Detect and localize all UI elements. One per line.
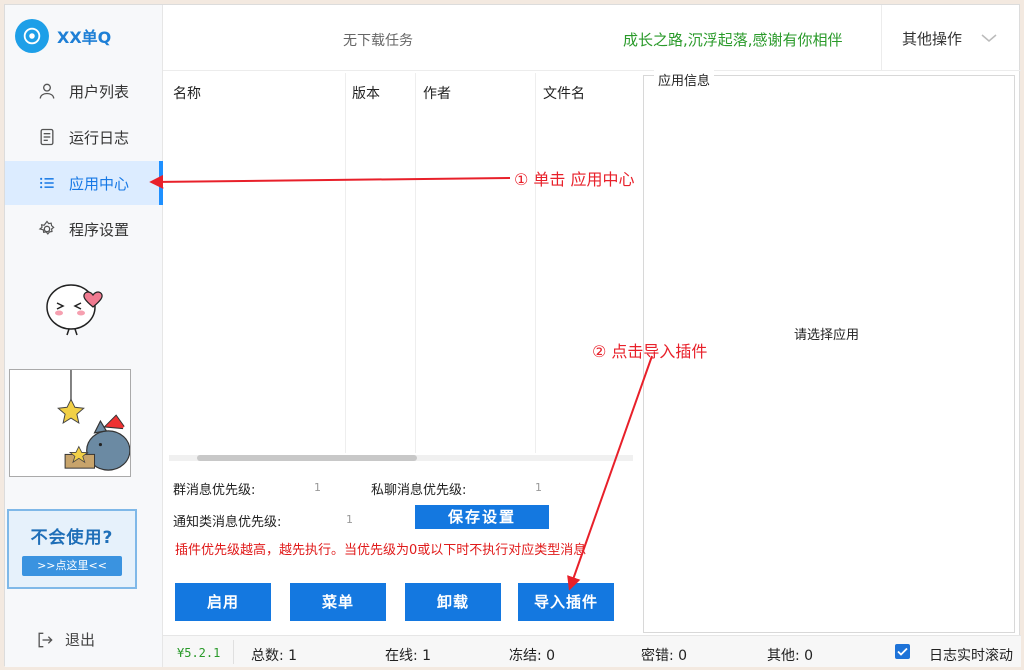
column-divider [415, 73, 416, 453]
sidebar: XX单Q 用户列表 运行日志 应用中心 程序设置 不会使用? >>点这里<< 退… [5, 5, 163, 667]
download-task-status: 无下载任务 [343, 33, 413, 49]
other-operations-label: 其他操作 [902, 29, 963, 48]
notify-priority-input[interactable]: 1 [346, 513, 353, 526]
check-icon [897, 647, 908, 656]
gear-icon [38, 220, 55, 235]
sidebar-item-app-center[interactable]: 应用中心 [5, 161, 163, 205]
group-priority-label: 群消息优先级: [173, 483, 256, 498]
table-horizontal-scrollbar[interactable] [169, 455, 633, 461]
log-scroll-label: 日志实时滚动 [929, 648, 1013, 664]
help-link[interactable]: >>点这里<< [22, 556, 122, 576]
help-title: 不会使用? [30, 528, 114, 548]
status-divider [233, 640, 234, 664]
other-count: 其他: 0 [767, 648, 814, 664]
priority-hint: 插件优先级越高，越先执行。当优先级为0或以下时不执行对应类型消息 [175, 543, 587, 558]
list-icon [40, 177, 54, 189]
column-header-name[interactable]: 名称 [173, 83, 201, 103]
annotation-step1: ① 单击 应用中心 [514, 170, 635, 189]
sidebar-item-label: 运行日志 [69, 128, 130, 147]
top-bar: 无下载任务 成长之路,沉浮起落,感谢有你相伴 其他操作 [163, 5, 1021, 71]
logout-button[interactable]: 退出 [35, 629, 95, 650]
scrollbar-thumb[interactable] [197, 455, 417, 461]
log-icon [40, 128, 54, 146]
frozen-count: 冻结: 0 [509, 648, 556, 664]
sticker-cat-star [9, 369, 131, 477]
group-priority-input[interactable]: 1 [314, 481, 321, 494]
sidebar-item-label: 用户列表 [69, 82, 130, 101]
online-count: 在线: 1 [385, 648, 432, 664]
sidebar-item-user-list[interactable]: 用户列表 [5, 69, 163, 113]
private-priority-input[interactable]: 1 [535, 481, 542, 494]
status-bar: ¥5.2.1 总数: 1 在线: 1 冻结: 0 密错: 0 其他: 0 日志实… [163, 635, 1021, 667]
sidebar-item-label: 应用中心 [69, 174, 130, 193]
uninstall-button[interactable]: 卸载 [405, 583, 501, 621]
logout-icon [38, 632, 53, 647]
annotation-step2: ② 点击导入插件 [592, 342, 708, 361]
sticker-face-heart [46, 284, 103, 336]
other-operations-dropdown[interactable]: 其他操作 [881, 5, 1021, 71]
user-icon [39, 83, 55, 99]
column-divider [345, 73, 346, 453]
version-label: ¥5.2.1 [177, 646, 221, 660]
logout-label: 退出 [65, 631, 96, 649]
save-settings-button[interactable]: 保存设置 [415, 505, 549, 529]
column-divider [535, 73, 536, 453]
column-header-filename[interactable]: 文件名 [543, 83, 585, 103]
app-title: XX单Q [57, 28, 112, 47]
enable-button[interactable]: 启用 [175, 583, 271, 621]
sidebar-item-settings[interactable]: 程序设置 [5, 207, 163, 251]
sidebar-item-label: 程序设置 [69, 220, 130, 239]
import-plugin-button[interactable]: 导入插件 [518, 583, 614, 621]
column-header-author[interactable]: 作者 [423, 83, 451, 103]
help-box[interactable]: 不会使用? >>点这里<< [7, 509, 137, 589]
notify-priority-label: 通知类消息优先级: [173, 515, 282, 530]
sidebar-item-run-log[interactable]: 运行日志 [5, 115, 163, 159]
plugin-table[interactable]: 名称 版本 作者 文件名 [165, 73, 639, 453]
app-logo: XX单Q [15, 19, 111, 53]
column-header-version[interactable]: 版本 [352, 83, 380, 103]
menu-button[interactable]: 菜单 [290, 583, 386, 621]
app-info-empty-text: 请选择应用 [794, 328, 860, 343]
log-scroll-checkbox[interactable] [895, 644, 910, 659]
app-info-title: 应用信息 [654, 70, 715, 89]
app-window: XX单Q 用户列表 运行日志 应用中心 程序设置 不会使用? >>点这里<< 退… [4, 4, 1021, 667]
motto-text: 成长之路,沉浮起落,感谢有你相伴 [623, 31, 843, 49]
chevron-down-icon [981, 34, 997, 42]
app-logo-icon [15, 19, 49, 53]
total-count: 总数: 1 [251, 648, 298, 664]
password-error-count: 密错: 0 [641, 648, 688, 664]
private-priority-label: 私聊消息优先级: [371, 483, 467, 498]
